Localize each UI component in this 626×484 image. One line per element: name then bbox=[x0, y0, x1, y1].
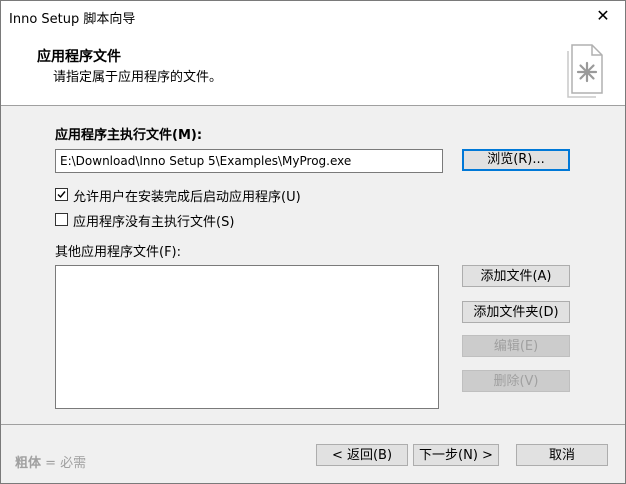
wizard-header: 应用程序文件 请指定属于应用程序的文件。 bbox=[1, 31, 625, 106]
checkbox-box[interactable] bbox=[55, 213, 68, 226]
no-main-exe-label: 应用程序没有主执行文件(S) bbox=[73, 215, 235, 230]
checkmark-icon bbox=[57, 191, 66, 199]
legend-text: = 必需 bbox=[41, 456, 87, 471]
delete-button[interactable]: 删除(V) bbox=[462, 370, 570, 392]
page-subtitle: 请指定属于应用程序的文件。 bbox=[53, 70, 223, 85]
main-exe-path-input[interactable] bbox=[55, 149, 443, 173]
add-folder-button[interactable]: 添加文件夹(D) bbox=[462, 301, 570, 323]
other-files-label: 其他应用程序文件(F): bbox=[55, 245, 182, 260]
next-button[interactable]: 下一步(N) > bbox=[413, 444, 499, 466]
page-title: 应用程序文件 bbox=[37, 49, 121, 65]
title-bar: Inno Setup 脚本向导 ✕ bbox=[1, 1, 625, 31]
main-exe-label: 应用程序主执行文件(M): bbox=[55, 128, 203, 143]
window-title: Inno Setup 脚本向导 bbox=[9, 12, 136, 27]
checkbox-box[interactable] bbox=[55, 188, 68, 201]
document-icon bbox=[567, 44, 603, 98]
legend-bold: 粗体 bbox=[15, 456, 42, 471]
edit-button[interactable]: 编辑(E) bbox=[462, 335, 570, 357]
back-button[interactable]: < 返回(B) bbox=[316, 444, 408, 466]
close-icon[interactable]: ✕ bbox=[581, 1, 625, 31]
wizard-content: 应用程序主执行文件(M): 浏览(R)... 允许用户在安装完成后启动应用程序(… bbox=[1, 106, 625, 424]
allow-launch-label: 允许用户在安装完成后启动应用程序(U) bbox=[73, 190, 301, 205]
required-legend: 粗体 = 必需 bbox=[15, 452, 86, 471]
add-file-button[interactable]: 添加文件(A) bbox=[462, 265, 570, 287]
wizard-window: Inno Setup 脚本向导 ✕ 应用程序文件 请指定属于应用程序的文件。 应… bbox=[0, 0, 626, 484]
other-files-list[interactable] bbox=[55, 265, 439, 409]
browse-button[interactable]: 浏览(R)... bbox=[462, 149, 570, 171]
cancel-button[interactable]: 取消 bbox=[516, 444, 608, 466]
wizard-footer: 粗体 = 必需 < 返回(B) 下一步(N) > 取消 bbox=[1, 424, 625, 483]
